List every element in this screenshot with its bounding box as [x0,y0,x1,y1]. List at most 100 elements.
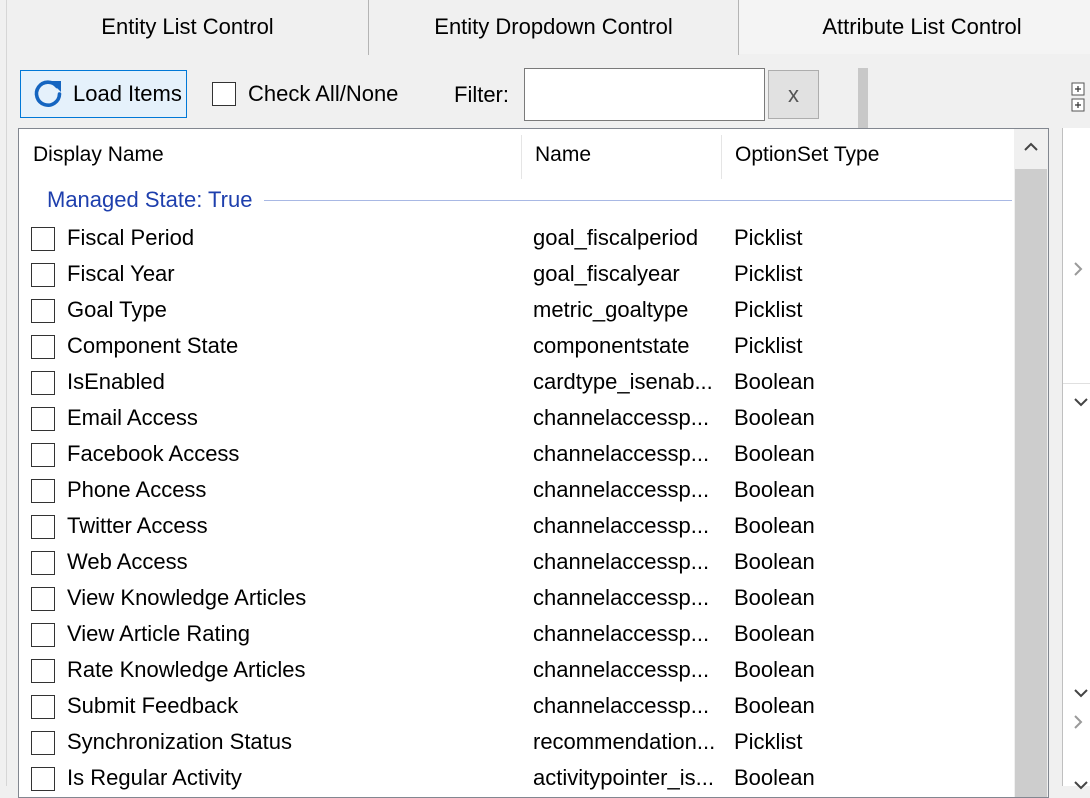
row-checkbox[interactable] [31,407,55,431]
list-item[interactable]: Web Access channelaccessp... Boolean [19,545,1014,581]
row-checkbox[interactable] [31,227,55,251]
list-item[interactable]: Synchronization Status recommendation... P… [19,725,1014,761]
row-checkbox[interactable] [31,623,55,647]
cell-optionset-type: Boolean [734,513,815,538]
row-checkbox[interactable] [31,659,55,683]
cell-name: channelaccessp... [533,585,710,610]
refresh-icon [31,77,65,111]
group-header[interactable]: Managed State: True [47,185,1012,215]
cell-optionset-type: Boolean [734,621,815,646]
row-checkbox[interactable] [31,371,55,395]
list-item[interactable]: Component State componentstate Picklist [19,329,1014,365]
cell-optionset-type: Boolean [734,549,815,574]
list-item[interactable]: Fiscal Period goal_fiscalperiod Picklist [19,221,1014,257]
cell-optionset-type: Boolean [734,441,815,466]
tab-entity-list-control[interactable]: Entity List Control [7,0,368,54]
cell-optionset-type: Picklist [734,225,803,250]
cell-display-name: Rate Knowledge Articles [67,657,306,682]
list-item[interactable]: Goal Type metric_goaltype Picklist [19,293,1014,329]
list-item[interactable]: Is Regular Activity activitypointer_is...… [19,761,1014,797]
splitter[interactable] [858,68,868,130]
cell-name: channelaccessp... [533,441,710,466]
row-checkbox[interactable] [31,335,55,359]
list-item[interactable]: View Knowledge Articles channelaccessp...… [19,581,1014,617]
cell-display-name: Web Access [67,549,188,574]
scrollbar-thumb[interactable] [1015,169,1047,797]
list-item[interactable]: Twitter Access channelaccessp... Boolean [19,509,1014,545]
row-checkbox[interactable] [31,767,55,791]
column-header-display-name[interactable]: Display Name [19,129,521,181]
chevron-right-icon[interactable] [1073,713,1083,736]
chevron-up-icon[interactable] [1014,129,1048,165]
cell-optionset-type: Boolean [734,405,815,430]
column-header-bar: Display Name Name OptionSet Type [19,129,1014,181]
chevron-down-icon[interactable] [1073,773,1089,796]
list-item[interactable]: View Article Rating channelaccessp... Bool… [19,617,1014,653]
check-all-none-checkbox[interactable]: Check All/None [212,81,398,107]
load-items-label: Load Items [73,81,182,106]
cell-display-name: Component State [67,333,239,358]
chevron-right-icon[interactable] [1073,260,1083,283]
clear-filter-button[interactable]: x [768,70,819,119]
cell-name: goal_fiscalyear [533,261,680,286]
row-checkbox[interactable] [31,479,55,503]
chevron-down-icon[interactable] [1073,390,1089,413]
attribute-list-view[interactable]: Display Name Name OptionSet Type Managed… [18,128,1049,798]
cell-name: activitypointer_is... [533,765,714,790]
cell-optionset-type: Boolean [734,657,815,682]
list-item[interactable]: Email Access channelaccessp... Boolean [19,401,1014,437]
list-item[interactable]: Rate Knowledge Articles channelaccessp...… [19,653,1014,689]
cell-name: channelaccessp... [533,477,710,502]
cell-name: channelaccessp... [533,693,710,718]
cell-display-name: Fiscal Period [67,225,195,250]
cell-name: componentstate [533,333,690,358]
cell-display-name: Submit Feedback [67,693,239,718]
cell-optionset-type: Boolean [734,585,815,610]
cell-display-name: Fiscal Year [67,261,175,286]
cell-name: recommendation... [533,729,716,754]
cell-name: channelaccessp... [533,657,710,682]
tab-strip: Entity List Control Entity Dropdown Cont… [0,0,1090,786]
row-checkbox[interactable] [31,443,55,467]
checkbox-box[interactable] [212,82,236,106]
list-item[interactable]: Phone Access channelaccessp... Boolean [19,473,1014,509]
cell-name: channelaccessp... [533,513,710,538]
tab-attribute-list-control[interactable]: Attribute List Control [739,0,1090,54]
cell-name: channelaccessp... [533,621,710,646]
cell-optionset-type: Picklist [734,297,803,322]
filter-label: Filter: [454,82,509,107]
cell-display-name: IsEnabled [67,369,165,394]
filter-input[interactable] [524,68,765,121]
cell-display-name: Synchronization Status [67,729,293,754]
cell-optionset-type: Boolean [734,477,815,502]
cell-optionset-type: Boolean [734,369,815,394]
row-checkbox[interactable] [31,551,55,575]
cell-optionset-type: Picklist [734,729,803,754]
list-item[interactable]: IsEnabled cardtype_isenab... Boolean [19,365,1014,401]
cell-display-name: Email Access [67,405,198,430]
column-header-name[interactable]: Name [521,129,721,181]
cell-optionset-type: Boolean [734,693,815,718]
tab-entity-dropdown-control[interactable]: Entity Dropdown Control [369,0,738,54]
vertical-scrollbar[interactable] [1014,129,1048,797]
tree-expand-icon[interactable] [1068,80,1090,114]
list-item[interactable]: Submit Feedback channelaccessp... Boolean [19,689,1014,725]
column-header-optionset-type[interactable]: OptionSet Type [721,129,1011,181]
load-items-button[interactable]: Load Items [20,70,187,118]
list-item[interactable]: Facebook Access channelaccessp... Boolean [19,437,1014,473]
cell-display-name: Goal Type [67,297,167,322]
cell-optionset-type: Boolean [734,765,815,790]
list-item[interactable]: Fiscal Year goal_fiscalyear Picklist [19,257,1014,293]
cell-name: metric_goaltype [533,297,689,322]
row-checkbox[interactable] [31,299,55,323]
row-checkbox[interactable] [31,731,55,755]
list-rows: Fiscal Period goal_fiscalperiod Picklist F… [19,221,1014,797]
row-checkbox[interactable] [31,263,55,287]
row-checkbox[interactable] [31,695,55,719]
chevron-down-icon[interactable] [1073,681,1089,704]
row-checkbox[interactable] [31,587,55,611]
row-checkbox[interactable] [31,515,55,539]
cell-display-name: Twitter Access [67,513,208,538]
group-header-rule [264,199,1012,201]
cell-optionset-type: Picklist [734,333,803,358]
